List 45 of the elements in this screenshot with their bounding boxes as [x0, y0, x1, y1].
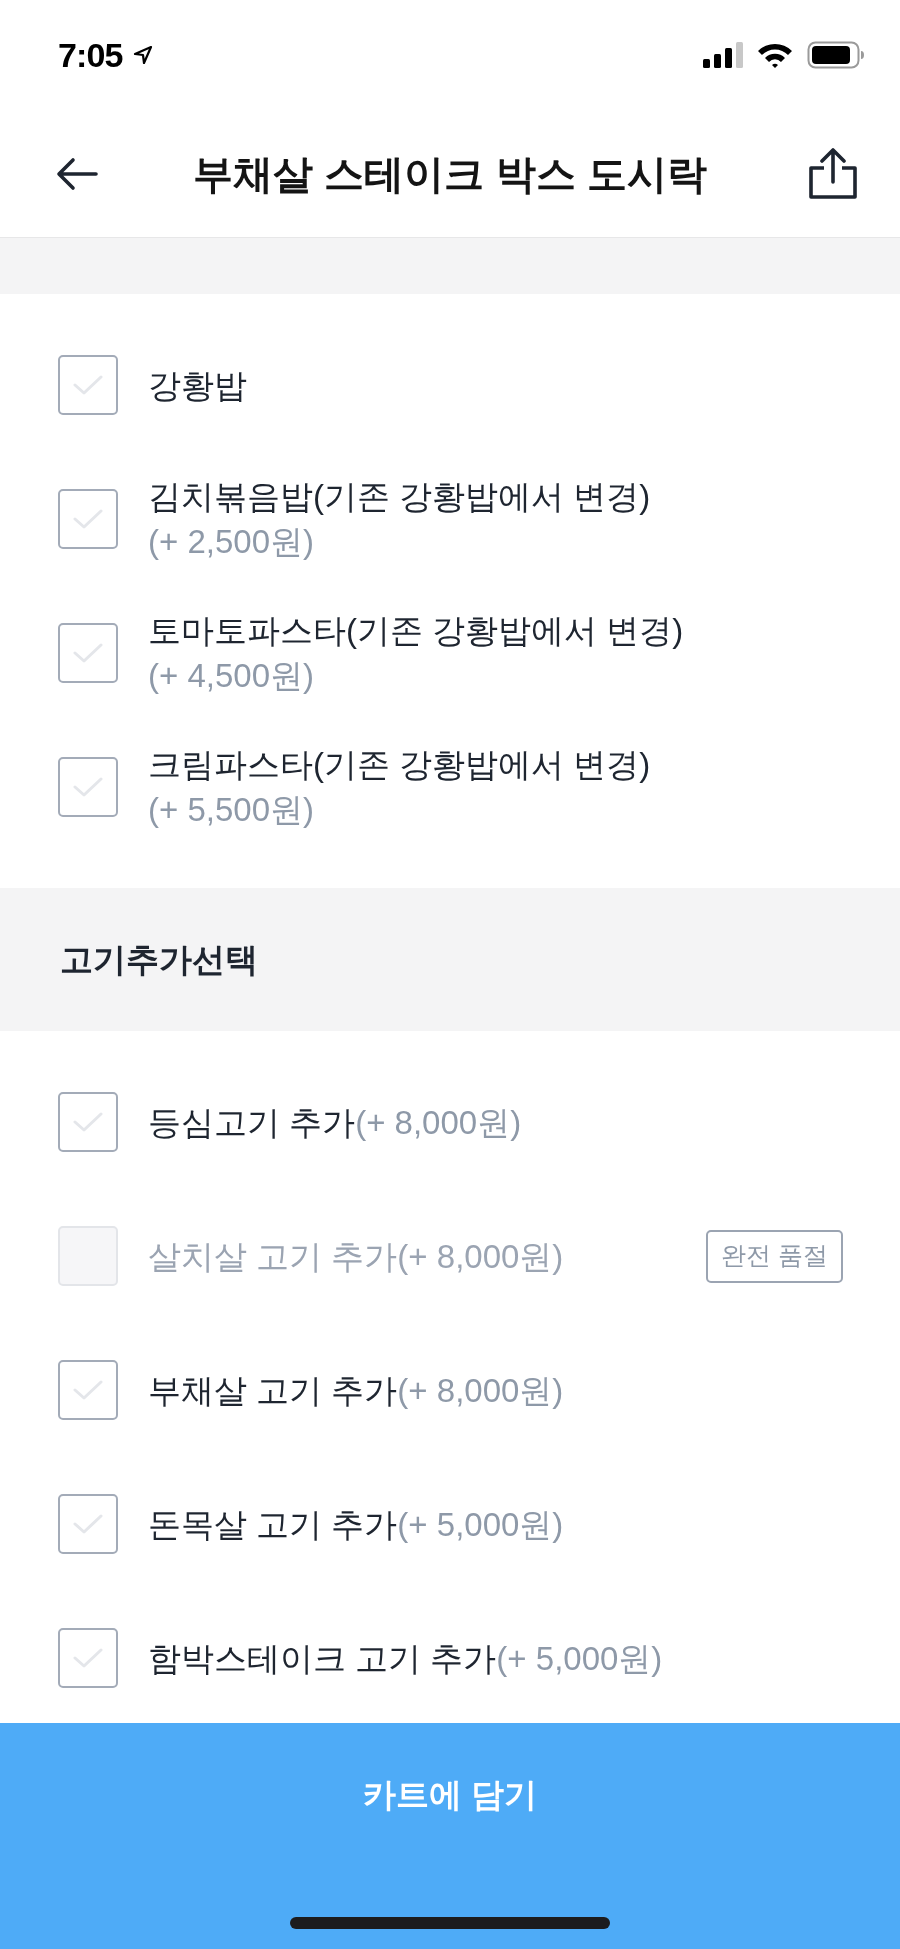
check-icon	[73, 642, 103, 664]
arrow-left-icon	[56, 156, 98, 191]
option-label: 부채살 고기 추가	[148, 1370, 398, 1411]
checkbox[interactable]	[58, 1494, 118, 1554]
check-icon	[73, 374, 103, 396]
option-price: (+ 5,000원)	[397, 1504, 564, 1545]
wifi-icon	[757, 42, 793, 68]
signal-icon	[703, 42, 743, 68]
option-label: 강황밥	[148, 365, 247, 406]
checkbox[interactable]	[58, 1092, 118, 1152]
check-icon	[73, 1647, 103, 1669]
option-price: (+ 8,000원)	[397, 1236, 564, 1277]
location-arrow-icon	[132, 45, 153, 65]
option-label: 살치살 고기 추가	[148, 1236, 398, 1277]
checkbox[interactable]	[58, 489, 118, 549]
check-icon	[73, 508, 103, 530]
page-title: 부채살 스테이크 박스 도시락	[192, 150, 708, 198]
option-label: 크림파스타(기존 강황밥에서 변경)	[148, 745, 651, 785]
option-price: (+ 5,000원)	[496, 1638, 663, 1679]
clock-time: 7:05	[58, 38, 123, 72]
option-price: (+ 8,000원)	[355, 1102, 522, 1143]
share-button[interactable]	[806, 145, 860, 202]
checkbox[interactable]	[58, 1360, 118, 1420]
section-title: 고기추가선택	[60, 939, 258, 980]
checkbox[interactable]	[58, 1628, 118, 1688]
option-label: 돈목살 고기 추가	[148, 1504, 398, 1545]
option-label: 함박스테이크 고기 추가	[148, 1638, 497, 1679]
option-label: 토마토파스타(기존 강황밥에서 변경)	[148, 611, 684, 651]
option-price: (+ 8,000원)	[397, 1370, 564, 1411]
option-price: (+ 5,500원)	[148, 790, 314, 830]
battery-icon	[807, 41, 865, 69]
sold-out-badge: 완전 품절	[706, 1229, 843, 1283]
check-icon	[73, 776, 103, 798]
option-label: 등심고기 추가	[148, 1102, 356, 1143]
check-icon	[73, 1379, 103, 1401]
checkbox[interactable]	[58, 757, 118, 817]
option-label: 김치볶음밥(기존 강황밥에서 변경)	[148, 477, 651, 517]
checkbox[interactable]	[58, 355, 118, 415]
checkbox[interactable]	[58, 623, 118, 683]
option-price: (+ 4,500원)	[148, 656, 314, 696]
share-icon	[808, 147, 858, 200]
option-price: (+ 2,500원)	[148, 522, 314, 562]
add-to-cart-button[interactable]: 카트에 담기	[0, 1723, 900, 1949]
check-icon	[73, 1513, 103, 1535]
check-icon	[73, 1111, 103, 1133]
